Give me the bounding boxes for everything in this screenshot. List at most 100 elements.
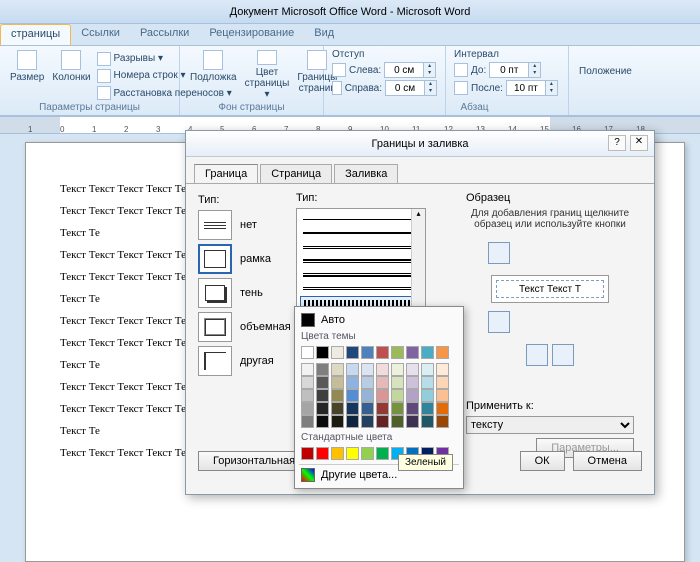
color-swatch[interactable] [316,415,329,428]
color-swatch[interactable] [316,346,329,359]
color-swatch[interactable] [316,447,329,460]
sample-preview[interactable]: Текст Текст Т [491,275,609,303]
color-swatch[interactable] [376,447,389,460]
color-swatch[interactable] [436,346,449,359]
color-swatch[interactable] [436,389,449,402]
color-swatch[interactable] [376,346,389,359]
color-swatch[interactable] [421,402,434,415]
color-swatch[interactable] [331,415,344,428]
color-swatch[interactable] [331,402,344,415]
color-swatch[interactable] [406,389,419,402]
line-style-scrollbar[interactable]: ▴▾ [411,209,425,315]
color-swatch[interactable] [421,389,434,402]
color-swatch[interactable] [436,402,449,415]
color-swatch[interactable] [316,376,329,389]
cancel-button[interactable]: Отмена [573,451,642,471]
color-swatch[interactable] [361,346,374,359]
color-swatch[interactable] [391,415,404,428]
tab-mailings[interactable]: Рассылки [130,24,199,45]
hyphenation-icon [97,86,111,100]
color-swatch[interactable] [346,447,359,460]
color-swatch[interactable] [376,376,389,389]
tab-page-layout[interactable]: страницы [0,24,71,45]
tab-references[interactable]: Ссылки [71,24,130,45]
color-swatch[interactable] [361,415,374,428]
color-swatch[interactable] [376,415,389,428]
indent-left-input[interactable]: ▴▾ [384,62,436,78]
position-button[interactable]: Положение [575,48,636,79]
close-button[interactable]: ✕ [630,135,648,151]
tab-review[interactable]: Рецензирование [199,24,304,45]
color-swatch[interactable] [361,376,374,389]
color-auto[interactable]: Авто [299,311,459,329]
left-border-button[interactable] [526,344,548,366]
watermark-button[interactable]: Подложка [186,48,241,102]
spacing-before-input[interactable]: ▴▾ [489,62,541,78]
size-button[interactable]: Размер [6,48,48,102]
color-swatch[interactable] [391,346,404,359]
bottom-border-button[interactable] [488,311,510,333]
color-swatch[interactable] [436,415,449,428]
color-swatch[interactable] [331,346,344,359]
apply-to-select[interactable]: тексту [466,416,634,434]
color-swatch[interactable] [406,376,419,389]
color-swatch[interactable] [346,402,359,415]
spacing-after-input[interactable]: ▴▾ [506,80,558,96]
color-swatch[interactable] [301,447,314,460]
color-swatch[interactable] [361,389,374,402]
tab-view[interactable]: Вид [304,24,344,45]
color-swatch[interactable] [316,363,329,376]
color-swatch[interactable] [316,402,329,415]
color-swatch[interactable] [361,402,374,415]
color-swatch[interactable] [331,447,344,460]
color-swatch[interactable] [346,363,359,376]
color-swatch[interactable] [301,389,314,402]
color-swatch[interactable] [391,363,404,376]
color-swatch[interactable] [301,363,314,376]
dialog-tab-border[interactable]: Граница [194,164,258,184]
top-border-button[interactable] [488,242,510,264]
color-swatch[interactable] [346,415,359,428]
titlebar: Документ Microsoft Office Word - Microso… [0,0,700,24]
color-swatch[interactable] [301,346,314,359]
color-swatch[interactable] [406,363,419,376]
color-swatch[interactable] [301,376,314,389]
color-swatch[interactable] [406,402,419,415]
color-swatch[interactable] [391,389,404,402]
color-swatch[interactable] [436,363,449,376]
color-swatch[interactable] [331,363,344,376]
line-style-list[interactable]: ▴▾ [296,208,426,316]
right-border-button[interactable] [552,344,574,366]
color-swatch[interactable] [361,363,374,376]
color-swatch[interactable] [391,376,404,389]
color-swatch[interactable] [406,415,419,428]
color-swatch[interactable] [301,402,314,415]
color-swatch[interactable] [331,389,344,402]
color-swatch[interactable] [406,346,419,359]
color-swatch[interactable] [346,376,359,389]
color-swatch[interactable] [376,389,389,402]
ok-button[interactable]: ОК [520,451,565,471]
ribbon: Размер Колонки Разрывы ▾ Номера строк ▾ … [0,46,700,116]
color-swatch[interactable] [421,363,434,376]
color-swatch[interactable] [421,415,434,428]
color-swatch[interactable] [331,376,344,389]
color-swatch[interactable] [376,402,389,415]
color-swatch[interactable] [376,363,389,376]
dialog-tab-fill[interactable]: Заливка [334,164,398,184]
color-swatch[interactable] [361,447,374,460]
page-color-button[interactable]: Цвет страницы ▾ [241,48,294,102]
color-swatch[interactable] [346,346,359,359]
color-swatch[interactable] [391,402,404,415]
color-swatch[interactable] [301,415,314,428]
help-button[interactable]: ? [608,135,626,151]
color-swatch[interactable] [421,346,434,359]
columns-button[interactable]: Колонки [48,48,94,102]
color-swatch[interactable] [436,376,449,389]
color-swatch[interactable] [316,389,329,402]
color-swatch[interactable] [421,376,434,389]
indent-left-label: Слева: [349,65,381,76]
color-swatch[interactable] [346,389,359,402]
dialog-tab-page[interactable]: Страница [260,164,332,184]
indent-right-input[interactable]: ▴▾ [385,80,437,96]
